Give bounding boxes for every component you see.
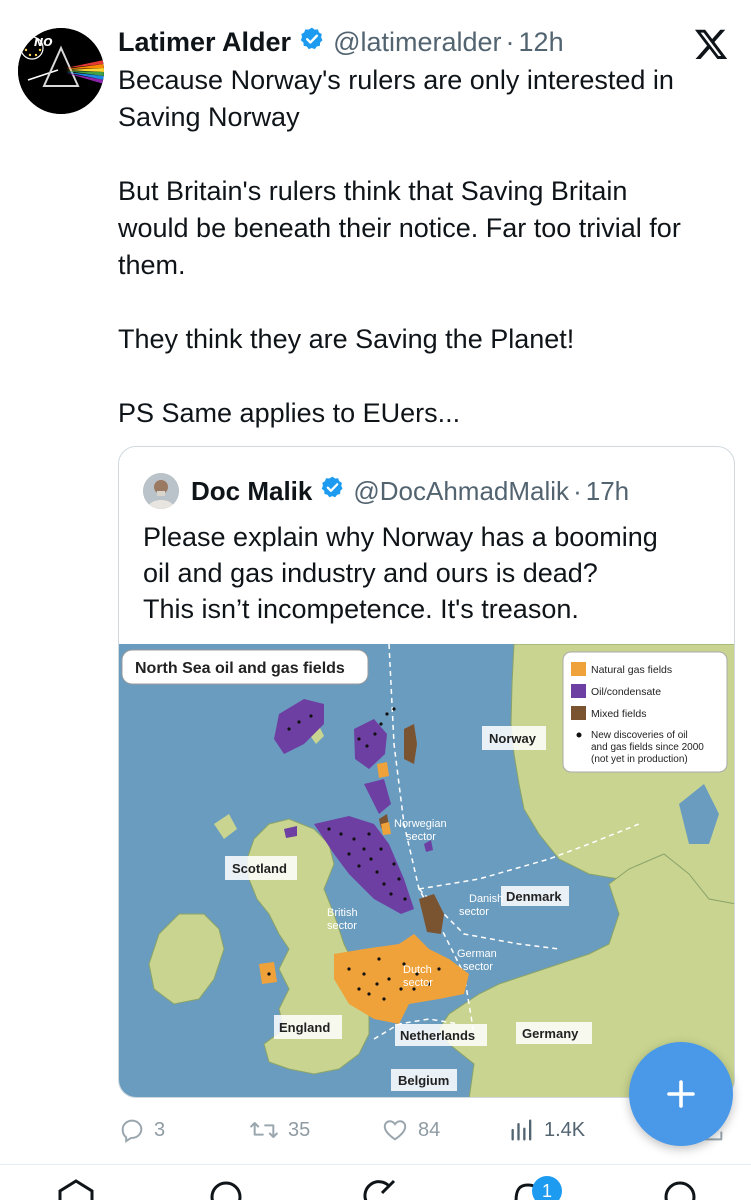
map-sector-label: Norwegian xyxy=(394,818,447,830)
map-sector-label: British xyxy=(327,907,358,919)
tweet-line: Because Norway's rulers are only interes… xyxy=(118,65,674,95)
legend-mixed-label: Mixed fields xyxy=(591,708,646,720)
legend-new-label: and gas fields since 2000 xyxy=(591,742,704,753)
legend-oil-label: Oil/condensate xyxy=(591,686,661,698)
legend-swatch-oil xyxy=(571,684,586,698)
home-icon[interactable] xyxy=(56,1179,96,1200)
map-label-england: England xyxy=(279,1020,330,1035)
header-separator: · xyxy=(505,26,515,57)
map-sector-label: sector xyxy=(406,831,436,843)
repost-icon xyxy=(250,1122,278,1138)
tweet-line-blank xyxy=(118,136,738,173)
map-sector-label: Danish xyxy=(469,893,503,905)
bottom-nav xyxy=(0,1164,751,1200)
map-title: North Sea oil and gas fields xyxy=(135,660,345,677)
map-label-belgium: Belgium xyxy=(398,1073,449,1088)
like-count: 84 xyxy=(418,1118,441,1141)
compose-button[interactable] xyxy=(629,1042,733,1146)
views-count: 1.4K xyxy=(544,1118,586,1141)
author-name[interactable]: Latimer Alder xyxy=(118,27,291,58)
tweet-timestamp[interactable]: 12h xyxy=(519,27,564,58)
person-photo-icon xyxy=(143,473,179,509)
map-sector-label: sector xyxy=(463,961,493,973)
tweet-line: They think they are Saving the Planet! xyxy=(118,324,575,354)
legend-swatch-mixed xyxy=(571,706,586,720)
map-label-norway: Norway xyxy=(489,731,537,746)
search-icon[interactable] xyxy=(206,1179,246,1200)
map-label-denmark: Denmark xyxy=(506,889,562,904)
repost-count: 35 xyxy=(288,1118,311,1141)
like-button[interactable]: 84 xyxy=(380,1110,440,1150)
tweet-line: them. xyxy=(118,250,186,280)
legend-new-label: New discoveries of oil xyxy=(591,730,688,741)
map-sector-label: sector xyxy=(327,920,357,932)
quote-line: oil and gas industry and ours is dead? xyxy=(143,558,598,588)
tweet-line-blank xyxy=(118,358,738,395)
tweet-text: Because Norway's rulers are only interes… xyxy=(118,62,738,432)
repost-button[interactable]: 35 xyxy=(248,1110,310,1150)
map-gas-field xyxy=(377,762,389,778)
grok-icon[interactable] xyxy=(358,1179,398,1200)
x-logo-icon xyxy=(693,26,729,62)
map-sector-label: German xyxy=(457,948,497,960)
legend-new-label: (not yet in production) xyxy=(591,754,688,765)
tweet-line: But Britain's rulers think that Saving B… xyxy=(118,176,628,206)
quote-timestamp[interactable]: 17h xyxy=(586,476,629,507)
map-sector-label: sector xyxy=(403,977,433,989)
reply-button[interactable]: 3 xyxy=(118,1110,165,1150)
quote-text: Please explain why Norway has a booming … xyxy=(143,519,723,627)
map-sector-label: sector xyxy=(459,906,489,918)
author-avatar[interactable]: NO xyxy=(18,28,104,114)
tweet-line-blank xyxy=(118,284,738,321)
quote-line: Please explain why Norway has a booming xyxy=(143,522,658,552)
avatar-tag: NO xyxy=(34,36,53,49)
north-sea-map-image[interactable]: North Sea oil and gas fields Natural gas… xyxy=(119,644,735,1098)
tweet-line: PS Same applies to EUers... xyxy=(118,398,461,428)
legend-gas-label: Natural gas fields xyxy=(591,664,672,676)
tweet-line: would be beneath their notice. Far too t… xyxy=(118,213,681,243)
verified-badge-icon xyxy=(299,26,325,59)
views-button[interactable]: 1.4K xyxy=(508,1110,585,1150)
plus-icon xyxy=(667,1080,695,1108)
map-label-germany: Germany xyxy=(522,1026,579,1041)
quote-author-avatar[interactable] xyxy=(143,473,179,509)
reply-icon xyxy=(121,1119,143,1143)
tweet-line: Saving Norway xyxy=(118,102,300,132)
messages-icon[interactable] xyxy=(660,1179,700,1200)
quote-author-name[interactable]: Doc Malik xyxy=(191,476,312,507)
notifications-badge: 1 xyxy=(532,1176,562,1200)
verified-badge-icon xyxy=(320,475,345,507)
quote-header-separator: · xyxy=(573,475,582,506)
map-label-netherlands: Netherlands xyxy=(400,1028,475,1043)
map-label-scotland: Scotland xyxy=(232,861,287,876)
map-sector-label: Dutch xyxy=(403,964,432,976)
legend-dot xyxy=(576,732,582,738)
heart-icon xyxy=(383,1120,407,1141)
quoted-tweet[interactable]: Doc Malik @DocAhmadMalik · 17h Please ex… xyxy=(118,446,735,1098)
reply-count: 3 xyxy=(154,1118,166,1141)
quote-header: Doc Malik @DocAhmadMalik · 17h xyxy=(143,473,629,509)
tweet-header: Latimer Alder @latimeralder · 12h xyxy=(118,24,564,60)
prism-icon xyxy=(18,28,104,114)
quote-line: This isn’t incompetence. It's treason. xyxy=(143,594,579,624)
legend-swatch-gas xyxy=(571,662,586,676)
views-chart-icon xyxy=(511,1119,532,1141)
author-handle[interactable]: @latimeralder xyxy=(333,27,501,58)
quote-author-handle[interactable]: @DocAhmadMalik xyxy=(353,476,569,507)
